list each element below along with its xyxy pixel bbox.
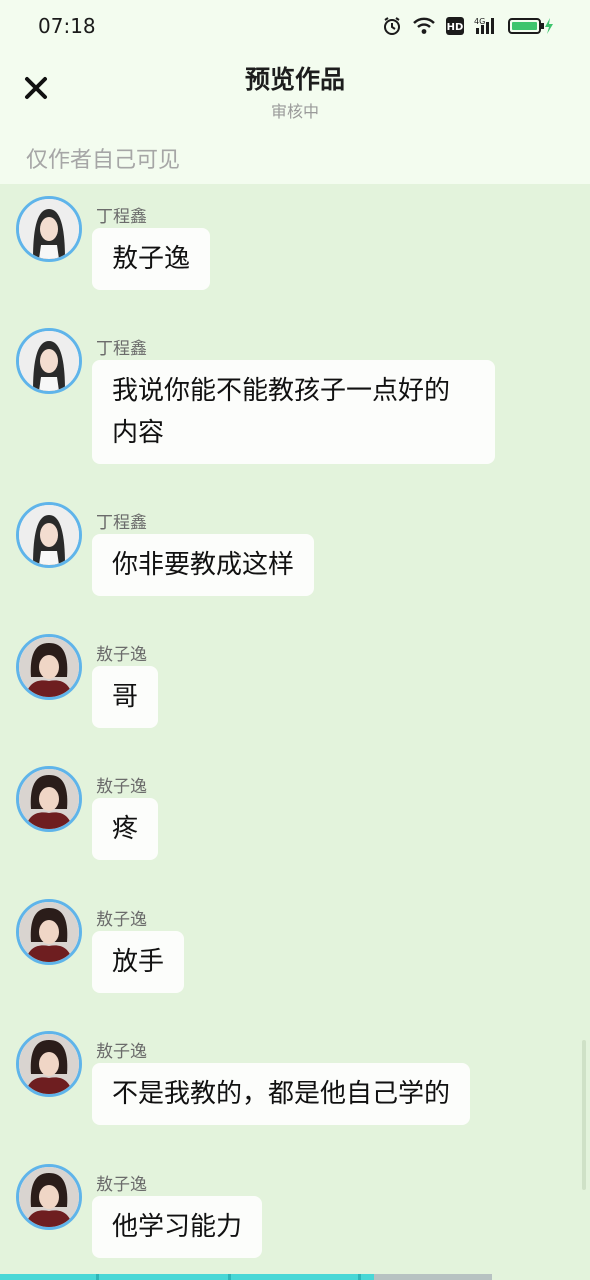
sender-name: 丁程鑫 [96, 339, 147, 359]
progress-segment-marker [228, 1274, 231, 1280]
avatar-azy[interactable] [16, 1031, 82, 1097]
top-bar: 07:18 HD 4G 预览作品 审核中 仅作者自己可见 [0, 0, 590, 184]
message-bubble[interactable]: 他学习能力 [92, 1196, 263, 1258]
sender-name: 敖子逸 [96, 1175, 147, 1195]
message-bubble[interactable]: 疼 [92, 798, 159, 860]
avatar-azy-icon [19, 902, 79, 962]
progress-segment-marker [96, 1274, 99, 1280]
avatar-azy-icon [19, 1167, 79, 1227]
avatar-azy[interactable] [16, 899, 82, 965]
sender-name: 丁程鑫 [96, 207, 147, 227]
avatar-dcx-icon [19, 199, 79, 259]
battery-charging-icon [508, 16, 554, 36]
avatar-dcx[interactable] [16, 328, 82, 394]
message-bubble[interactable]: 我说你能不能教孩子一点好的内容 [92, 360, 495, 464]
avatar-azy-icon [19, 1034, 79, 1094]
sender-name: 敖子逸 [96, 777, 147, 797]
avatar-azy[interactable] [16, 634, 82, 700]
message-bubble[interactable]: 不是我教的，都是他自己学的 [92, 1063, 471, 1125]
sender-name: 敖子逸 [96, 645, 147, 665]
avatar-dcx-icon [19, 331, 79, 391]
avatar-azy-icon [19, 769, 79, 829]
alarm-icon [382, 16, 402, 36]
avatar-azy-icon [19, 637, 79, 697]
review-status: 审核中 [270, 102, 319, 121]
progress-segment-marker [358, 1274, 361, 1280]
sender-name: 丁程鑫 [96, 513, 147, 533]
page-title: 预览作品 [244, 65, 345, 94]
status-bar: 07:18 HD 4G [0, 0, 590, 52]
sender-name: 敖子逸 [96, 910, 147, 930]
avatar-dcx[interactable] [16, 196, 82, 262]
playback-progress[interactable] [0, 1274, 492, 1280]
status-icons: HD 4G [382, 14, 554, 38]
avatar-azy[interactable] [16, 766, 82, 832]
signal-4g-icon: 4G [474, 16, 498, 36]
message-bubble[interactable]: 你非要教成这样 [92, 534, 315, 596]
progress-fill [0, 1274, 374, 1280]
svg-text:4G: 4G [474, 17, 485, 26]
message-bubble[interactable]: 哥 [92, 666, 159, 728]
visibility-note: 仅作者自己可见 [26, 148, 181, 173]
sender-name: 敖子逸 [96, 1042, 147, 1062]
avatar-azy[interactable] [16, 1164, 82, 1230]
message-bubble[interactable]: 放手 [92, 931, 185, 993]
scrollbar[interactable] [582, 1040, 586, 1190]
avatar-dcx[interactable] [16, 502, 82, 568]
hd-icon: HD [446, 17, 464, 35]
wifi-icon [412, 16, 436, 36]
svg-text:HD: HD [447, 22, 464, 33]
avatar-dcx-icon [19, 505, 79, 565]
message-bubble[interactable]: 敖子逸 [92, 228, 211, 290]
status-time: 07:18 [38, 14, 96, 38]
